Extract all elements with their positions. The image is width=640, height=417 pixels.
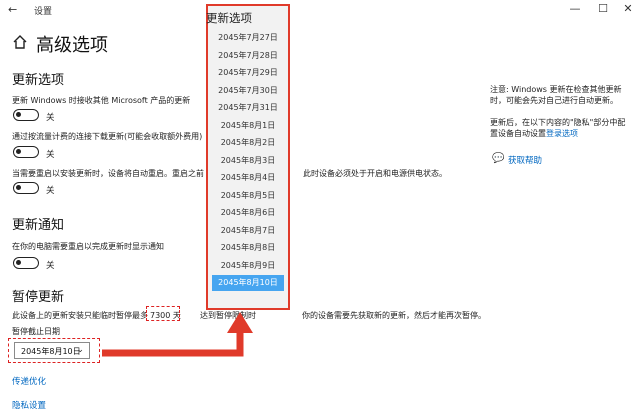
date-option[interactable]: 2045年8月9日 [212,258,284,274]
date-option[interactable]: 2045年8月2日 [212,135,284,151]
date-option[interactable]: 2045年8月8日 [212,240,284,256]
date-option[interactable]: 2045年8月1日 [212,118,284,134]
date-option[interactable]: 2045年8月6日 [212,205,284,221]
dropdown-header: 更新选项 [206,11,252,25]
date-option[interactable]: 2045年7月27日 [212,30,284,46]
date-option[interactable]: 2045年8月3日 [212,153,284,169]
date-option[interactable]: 2045年8月5日 [212,188,284,204]
date-option[interactable]: 2045年7月30日 [212,83,284,99]
annotation-arrow [102,312,253,357]
date-option[interactable]: 2045年7月29日 [212,65,284,81]
date-option[interactable]: 2045年7月28日 [212,48,284,64]
date-option[interactable]: 2045年8月7日 [212,223,284,239]
date-option[interactable]: 2045年8月4日 [212,170,284,186]
date-option-selected[interactable]: 2045年8月10日 [212,275,284,291]
date-option[interactable]: 2045年7月31日 [212,100,284,116]
